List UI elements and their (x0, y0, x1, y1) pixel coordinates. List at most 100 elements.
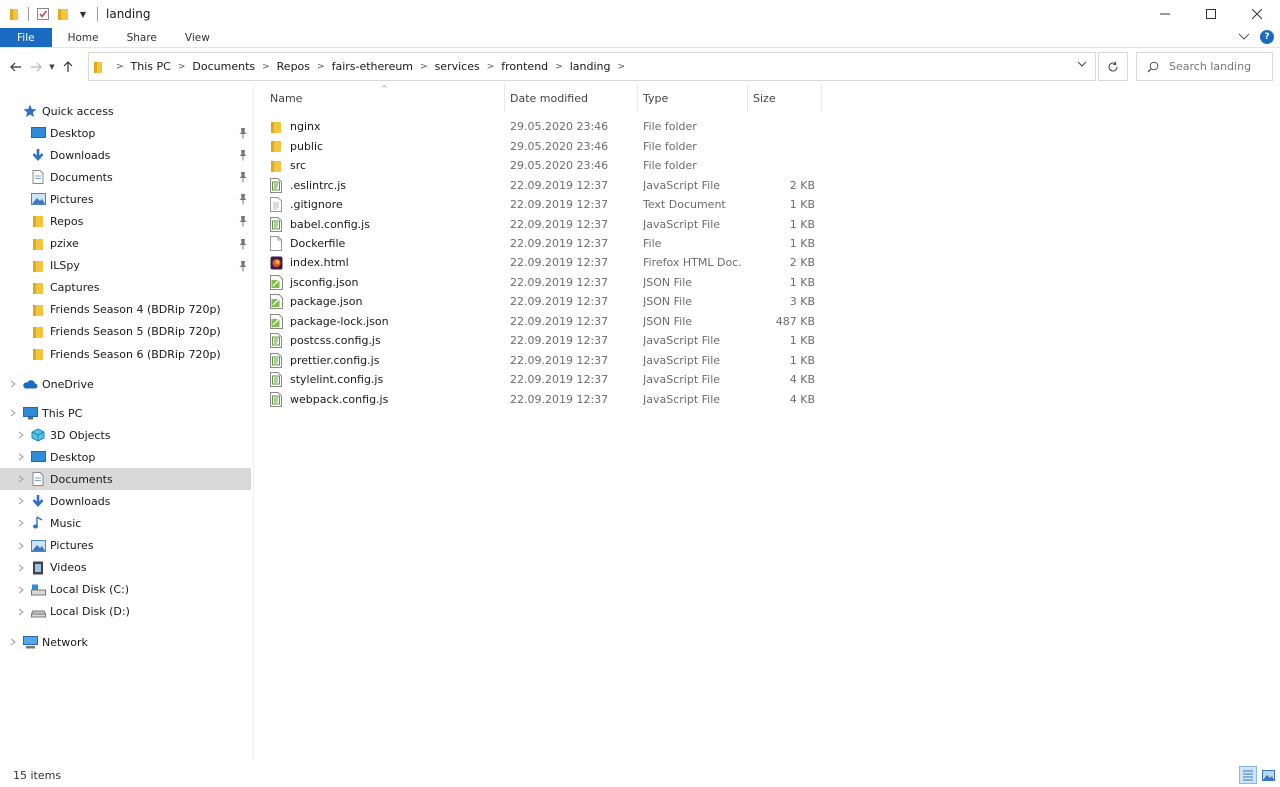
expand-chevron-icon[interactable] (18, 586, 24, 594)
expand-chevron-icon[interactable] (18, 519, 24, 527)
breadcrumb-item[interactable]: frontend (501, 60, 548, 73)
expand-chevron-icon[interactable] (18, 431, 24, 439)
sidebar-item-quick-5[interactable]: pzixe (0, 233, 251, 255)
sidebar-item-pc-5[interactable]: Pictures (0, 535, 251, 557)
table-row[interactable]: prettier.config.js 22.09.2019 12:37 JavaSc… (268, 350, 838, 370)
column-divider[interactable] (504, 84, 505, 112)
sidebar-item-quick-9[interactable]: Friends Season 5 (BDRip 720p) (0, 321, 251, 343)
sidebar-item-quick-10[interactable]: Friends Season 6 (BDRip 720p) (0, 343, 251, 365)
table-row[interactable]: postcss.config.js 22.09.2019 12:37 JavaScr… (268, 331, 838, 351)
expand-ribbon-chevron-icon[interactable] (1238, 31, 1250, 44)
expand-chevron-icon[interactable] (18, 497, 24, 505)
expand-chevron-icon[interactable] (10, 380, 16, 388)
expand-chevron-icon[interactable] (18, 564, 24, 572)
breadcrumb-item[interactable]: landing (570, 60, 611, 73)
breadcrumb-chevron-icon[interactable]: > (317, 62, 325, 72)
table-row[interactable]: babel.config.js 22.09.2019 12:37 JavaScrip… (268, 214, 838, 234)
properties-icon[interactable] (35, 6, 51, 22)
sidebar-item-quick-6[interactable]: ILSpy (0, 255, 251, 277)
refresh-button[interactable] (1098, 52, 1128, 81)
new-folder-icon[interactable] (55, 6, 71, 22)
recent-locations-chevron-icon[interactable]: ▼ (46, 57, 58, 77)
column-divider[interactable] (637, 84, 638, 112)
sidebar-item-quick-2[interactable]: Documents (0, 166, 251, 188)
breadcrumb-item[interactable]: services (435, 60, 480, 73)
up-button[interactable] (58, 57, 78, 77)
tab-file[interactable]: File (0, 28, 52, 47)
sidebar-this-pc[interactable]: This PC (0, 402, 251, 424)
column-header-name[interactable]: Name (270, 84, 302, 112)
search-box[interactable] (1136, 52, 1273, 81)
table-row[interactable]: Dockerfile 22.09.2019 12:37 File 1 KB (268, 234, 838, 254)
table-row[interactable]: nginx 29.05.2020 23:46 File folder (268, 117, 838, 137)
pin-icon (238, 193, 248, 205)
sidebar-network[interactable]: Network (0, 631, 251, 653)
table-row[interactable]: src 29.05.2020 23:46 File folder (268, 156, 838, 176)
table-row[interactable]: stylelint.config.js 22.09.2019 12:37 JavaS… (268, 370, 838, 390)
sidebar-item-pc-4[interactable]: Music (0, 512, 251, 534)
expand-chevron-icon[interactable] (18, 542, 24, 550)
table-row[interactable]: .eslintrc.js 22.09.2019 12:37 JavaScript F… (268, 175, 838, 195)
large-icons-view-button[interactable] (1259, 766, 1277, 784)
tab-home[interactable]: Home (54, 28, 113, 47)
column-divider[interactable] (747, 84, 748, 112)
sidebar-item-pc-3[interactable]: Downloads (0, 490, 251, 512)
table-row[interactable]: .gitignore 22.09.2019 12:37 Text Document 1… (268, 195, 838, 215)
sidebar-item-pc-8[interactable]: Local Disk (D:) (0, 601, 251, 623)
column-header-date[interactable]: Date modified (510, 84, 588, 112)
details-view-button[interactable] (1239, 766, 1257, 784)
expand-chevron-icon[interactable] (18, 608, 24, 616)
table-row[interactable]: index.html 22.09.2019 12:37 Firefox HTML D… (268, 253, 838, 273)
maximize-button[interactable] (1188, 0, 1234, 28)
sidebar-item-quick-0[interactable]: Desktop (0, 122, 251, 144)
back-button[interactable] (6, 57, 26, 77)
sidebar-item-quick-8[interactable]: Friends Season 4 (BDRip 720p) (0, 299, 251, 321)
column-header-size[interactable]: Size (753, 84, 776, 112)
search-input[interactable] (1169, 60, 1269, 73)
breadcrumb-item[interactable]: This PC (131, 60, 171, 73)
breadcrumb-chevron-icon[interactable]: > (420, 62, 428, 72)
breadcrumb-item[interactable]: Repos (277, 60, 310, 73)
help-icon[interactable]: ? (1260, 30, 1274, 44)
sidebar-item-quick-4[interactable]: Repos (0, 210, 251, 232)
sidebar-item-pc-0[interactable]: 3D Objects (0, 424, 251, 446)
tab-view[interactable]: View (171, 28, 224, 47)
minimize-button[interactable] (1142, 0, 1188, 28)
table-row[interactable]: webpack.config.js 22.09.2019 12:37 JavaScr… (268, 389, 838, 409)
breadcrumb-item[interactable]: fairs-ethereum (332, 60, 413, 73)
expand-chevron-icon[interactable] (10, 638, 16, 646)
tab-share[interactable]: Share (113, 28, 171, 47)
table-row[interactable]: jsconfig.json 22.09.2019 12:37 JSON File 1 … (268, 273, 838, 293)
sidebar-item-quick-3[interactable]: Pictures (0, 188, 251, 210)
sidebar-item-quick-1[interactable]: Downloads (0, 144, 251, 166)
sidebar-item-pc-6[interactable]: Videos (0, 557, 251, 579)
sidebar-item-pc-2[interactable]: Documents (0, 468, 251, 491)
breadcrumb-chevron-icon[interactable]: > (178, 62, 186, 72)
column-divider[interactable] (821, 84, 822, 112)
sidebar-item-pc-1[interactable]: Desktop (0, 446, 251, 468)
breadcrumb-chevron-icon[interactable]: > (617, 62, 625, 72)
sidebar-item-label: Downloads (50, 148, 111, 162)
breadcrumb-item[interactable]: Documents (192, 60, 255, 73)
expand-chevron-icon[interactable] (18, 475, 24, 483)
breadcrumb-chevron-icon[interactable]: > (262, 62, 270, 72)
breadcrumb-chevron-icon[interactable]: > (555, 62, 563, 72)
sidebar-item-quick-7[interactable]: Captures (0, 277, 251, 299)
address-bar[interactable]: > This PC > Documents > Repos > fairs-ethereum >… (88, 52, 1096, 81)
sidebar-onedrive[interactable]: OneDrive (0, 373, 251, 395)
column-header-type[interactable]: Type (643, 84, 668, 112)
table-row[interactable]: package-lock.json 22.09.2019 12:37 JSON Fi… (268, 312, 838, 332)
expand-chevron-icon[interactable] (18, 453, 24, 461)
address-history-chevron-icon[interactable] (1077, 59, 1087, 70)
forward-button[interactable] (26, 57, 46, 77)
sidebar-item-pc-7[interactable]: Local Disk (C:) (0, 579, 251, 601)
close-button[interactable] (1234, 0, 1280, 28)
sidebar-quick-access[interactable]: Quick access (0, 100, 251, 122)
breadcrumb-chevron-icon[interactable]: > (116, 62, 124, 72)
table-row[interactable]: package.json 22.09.2019 12:37 JSON File 3 K… (268, 292, 838, 312)
expand-chevron-icon[interactable] (10, 409, 16, 417)
customize-toolbar-chevron-icon[interactable]: ▼ (75, 6, 91, 22)
table-row[interactable]: public 29.05.2020 23:46 File folder (268, 136, 838, 156)
breadcrumb-chevron-icon[interactable]: > (487, 62, 495, 72)
file-type: File (643, 236, 662, 250)
